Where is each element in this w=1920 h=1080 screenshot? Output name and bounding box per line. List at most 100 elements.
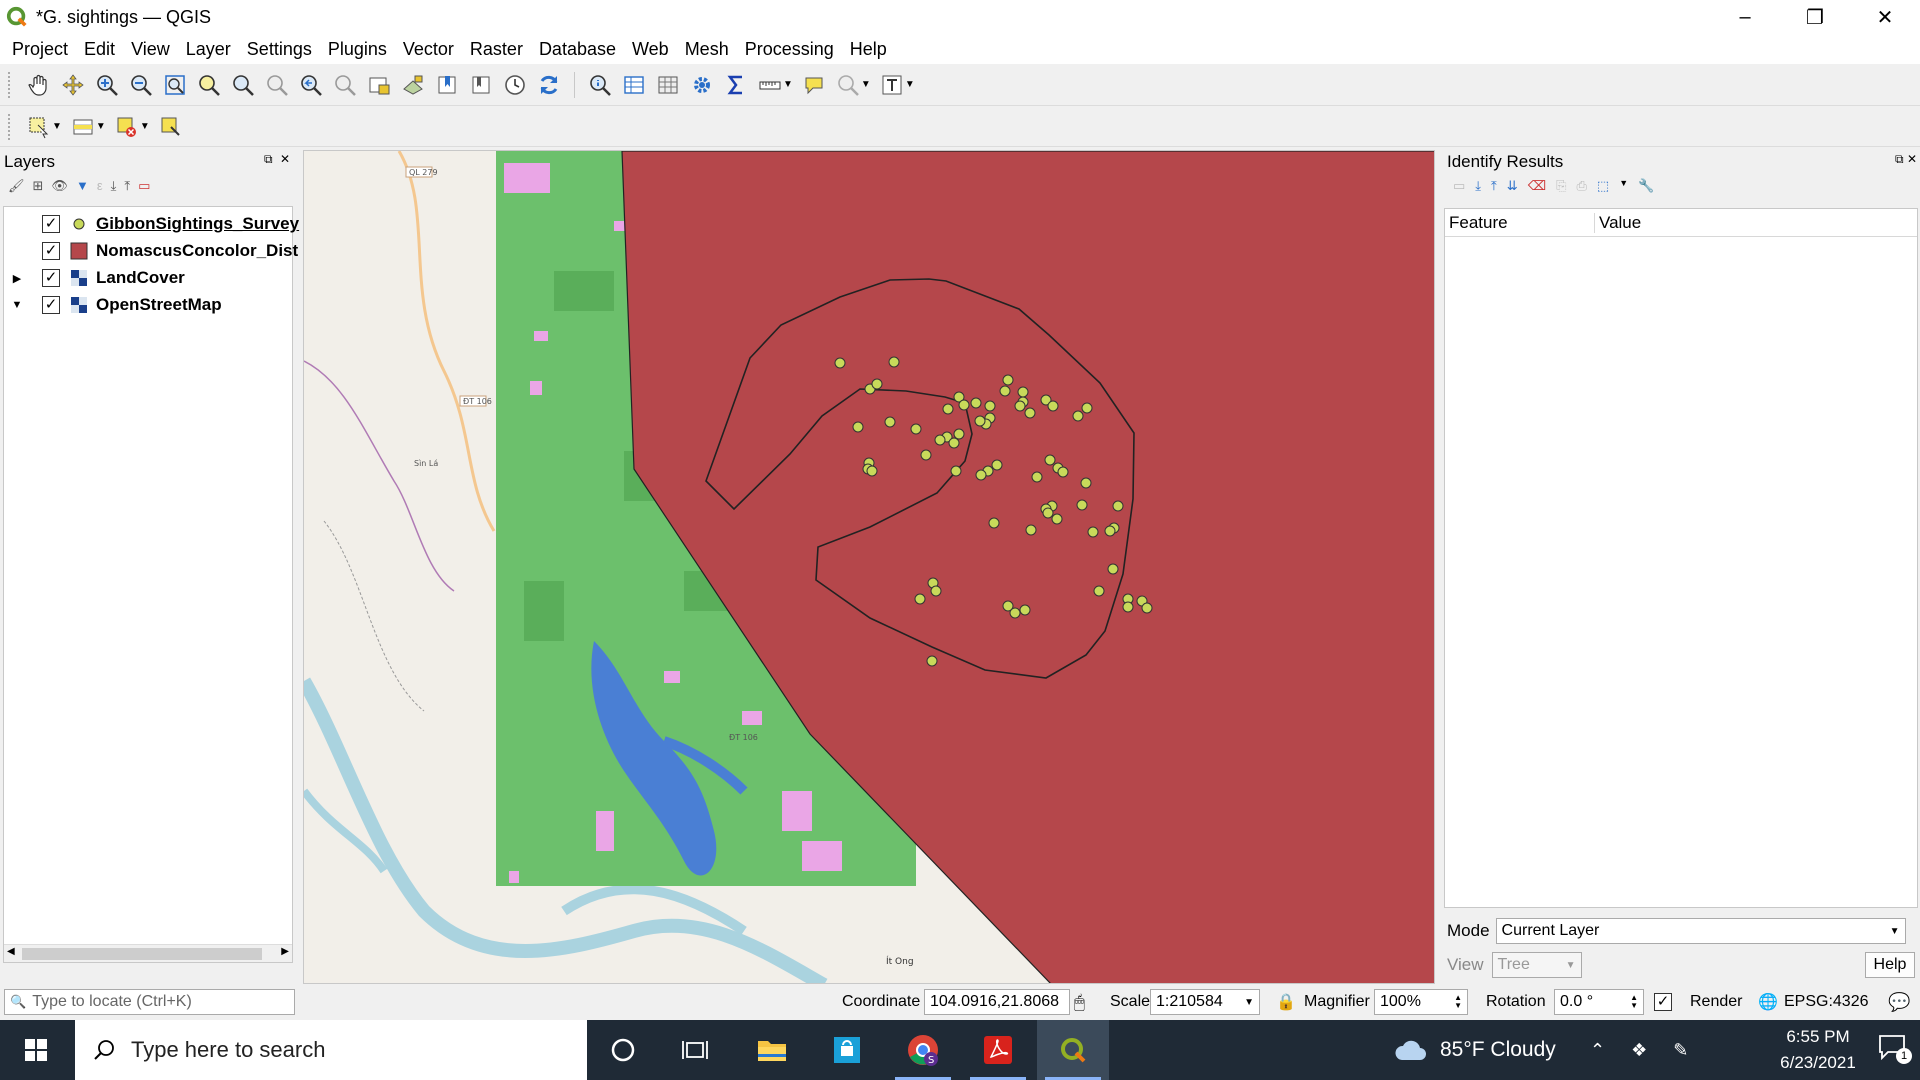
sighting-point[interactable] bbox=[1047, 400, 1059, 412]
chevron-down-icon[interactable]: ▼ bbox=[96, 121, 106, 132]
clear-results-icon[interactable]: ⌫ bbox=[1528, 178, 1546, 194]
processing-toolbox-button[interactable] bbox=[687, 70, 717, 100]
crs-button[interactable]: EPSG:4326 bbox=[1784, 993, 1869, 1011]
zoom-out-button[interactable] bbox=[126, 70, 156, 100]
chevron-down-icon[interactable]: ▼ bbox=[52, 121, 62, 132]
remove-layer-icon[interactable]: ▭ bbox=[138, 178, 150, 194]
sighting-point[interactable] bbox=[930, 585, 942, 597]
menu-processing[interactable]: Processing bbox=[737, 39, 842, 60]
sighting-point[interactable] bbox=[1014, 400, 1026, 412]
chevron-down-icon[interactable]: ▼ bbox=[10, 299, 24, 311]
sighting-point[interactable] bbox=[1087, 526, 1099, 538]
sighting-point[interactable] bbox=[999, 385, 1011, 397]
sighting-point[interactable] bbox=[1017, 386, 1029, 398]
temporal-controller-button[interactable] bbox=[500, 70, 530, 100]
close-button[interactable]: ✕ bbox=[1850, 0, 1920, 34]
style-manager-icon[interactable]: 🖌 bbox=[8, 178, 25, 194]
sighting-point[interactable] bbox=[871, 378, 883, 390]
sighting-point[interactable] bbox=[1072, 410, 1084, 422]
pen-icon[interactable]: ✎ bbox=[1673, 1040, 1688, 1061]
statistical-summary-button[interactable] bbox=[721, 70, 751, 100]
clock[interactable]: 6:55 PM 6/23/2021 bbox=[1768, 1024, 1868, 1076]
select-features-button[interactable] bbox=[24, 112, 54, 142]
show-bookmarks-button[interactable] bbox=[466, 70, 496, 100]
rotation-spinbox[interactable]: 0.0 ° ▲ ▼ bbox=[1554, 989, 1644, 1015]
column-header-feature[interactable]: Feature bbox=[1445, 212, 1595, 233]
sighting-point[interactable] bbox=[953, 428, 965, 440]
pan-to-selection-button[interactable] bbox=[58, 70, 88, 100]
qgis-taskbar-button[interactable] bbox=[1037, 1020, 1109, 1080]
layer-visibility-checkbox[interactable]: ✓ bbox=[42, 242, 60, 260]
select-by-value-button[interactable] bbox=[68, 112, 98, 142]
sighting-point[interactable] bbox=[1081, 402, 1093, 414]
sighting-point[interactable] bbox=[948, 437, 960, 449]
messages-icon[interactable]: 💬 bbox=[1888, 992, 1910, 1013]
zoom-in-button[interactable] bbox=[92, 70, 122, 100]
menu-edit[interactable]: Edit bbox=[76, 39, 123, 60]
sighting-point[interactable] bbox=[1051, 513, 1063, 525]
zoom-to-selection-button[interactable] bbox=[194, 70, 224, 100]
spinner-arrows-icon[interactable]: ▲ ▼ bbox=[1454, 994, 1462, 1010]
menu-database[interactable]: Database bbox=[531, 39, 624, 60]
mouse-coordinates-icon[interactable]: 🖱 bbox=[1074, 992, 1085, 1013]
sighting-point[interactable] bbox=[920, 449, 932, 461]
layer-visibility-checkbox[interactable]: ✓ bbox=[42, 215, 60, 233]
expand-new-icon[interactable]: ⇊ bbox=[1507, 178, 1518, 194]
sighting-point[interactable] bbox=[1122, 601, 1134, 613]
locate-button[interactable] bbox=[833, 70, 863, 100]
field-calculator-button[interactable] bbox=[653, 70, 683, 100]
chevron-right-icon[interactable]: ▶ bbox=[10, 272, 24, 285]
restore-button[interactable]: ❐ bbox=[1780, 0, 1850, 34]
add-group-icon[interactable]: ⊞ bbox=[33, 178, 44, 194]
menu-web[interactable]: Web bbox=[624, 39, 677, 60]
chevron-down-icon[interactable]: ▼ bbox=[140, 121, 150, 132]
float-panel-icon[interactable]: ⧉ bbox=[264, 152, 273, 167]
sighting-point[interactable] bbox=[1107, 563, 1119, 575]
sighting-point[interactable] bbox=[1031, 471, 1043, 483]
sighting-point[interactable] bbox=[958, 399, 970, 411]
sighting-point[interactable] bbox=[1141, 602, 1153, 614]
sighting-point[interactable] bbox=[888, 356, 900, 368]
sighting-point[interactable] bbox=[1057, 466, 1069, 478]
zoom-last-button[interactable] bbox=[296, 70, 326, 100]
sighting-point[interactable] bbox=[974, 415, 986, 427]
coordinate-field[interactable]: 104.0916,21.8068 bbox=[924, 989, 1070, 1015]
filter-legend-icon[interactable]: ▼ bbox=[76, 178, 89, 194]
sighting-point[interactable] bbox=[1044, 454, 1056, 466]
collapse-all-icon[interactable]: ⤒ bbox=[1491, 178, 1497, 194]
column-header-value[interactable]: Value bbox=[1595, 213, 1641, 233]
open-attribute-table-button[interactable] bbox=[619, 70, 649, 100]
sighting-point[interactable] bbox=[1009, 607, 1021, 619]
toolbar-grip[interactable] bbox=[8, 113, 14, 140]
sighting-point[interactable] bbox=[1002, 374, 1014, 386]
close-panel-icon[interactable]: ✕ bbox=[1907, 152, 1917, 166]
chevron-down-icon[interactable]: ▼ bbox=[1619, 178, 1628, 194]
deselect-features-button[interactable] bbox=[112, 112, 142, 142]
sighting-point[interactable] bbox=[914, 593, 926, 605]
menu-layer[interactable]: Layer bbox=[178, 39, 239, 60]
menu-project[interactable]: Project bbox=[4, 39, 76, 60]
view-select[interactable]: Tree ▼ bbox=[1491, 952, 1582, 978]
close-panel-icon[interactable]: ✕ bbox=[280, 152, 290, 166]
chevron-down-icon[interactable]: ▼ bbox=[905, 79, 915, 90]
sighting-point[interactable] bbox=[1042, 507, 1054, 519]
zoom-native-button[interactable] bbox=[262, 70, 292, 100]
zoom-to-layer-button[interactable] bbox=[228, 70, 258, 100]
sighting-point[interactable] bbox=[910, 423, 922, 435]
menu-raster[interactable]: Raster bbox=[462, 39, 531, 60]
menu-vector[interactable]: Vector bbox=[395, 39, 462, 60]
sighting-point[interactable] bbox=[934, 434, 946, 446]
select-location-button[interactable] bbox=[156, 112, 186, 142]
expand-all-icon[interactable]: ⤓ bbox=[1475, 178, 1481, 194]
layer-row-nomascus[interactable]: ✓ NomascusConcolor_Dist bbox=[4, 238, 298, 264]
new-3d-view-button[interactable] bbox=[398, 70, 428, 100]
wrench-icon[interactable]: 🔧 bbox=[1638, 178, 1654, 194]
show-hidden-icons-chevron-up-icon[interactable]: ⌃ bbox=[1590, 1040, 1605, 1061]
layer-visibility-checkbox[interactable]: ✓ bbox=[42, 296, 60, 314]
minimize-button[interactable]: – bbox=[1710, 0, 1780, 34]
sighting-point[interactable] bbox=[991, 459, 1003, 471]
cortana-button[interactable] bbox=[587, 1020, 659, 1080]
sighting-point[interactable] bbox=[852, 421, 864, 433]
layer-row-gibbonsightings[interactable]: ✓ GibbonSightings_Survey bbox=[4, 211, 299, 237]
sighting-point[interactable] bbox=[984, 400, 996, 412]
